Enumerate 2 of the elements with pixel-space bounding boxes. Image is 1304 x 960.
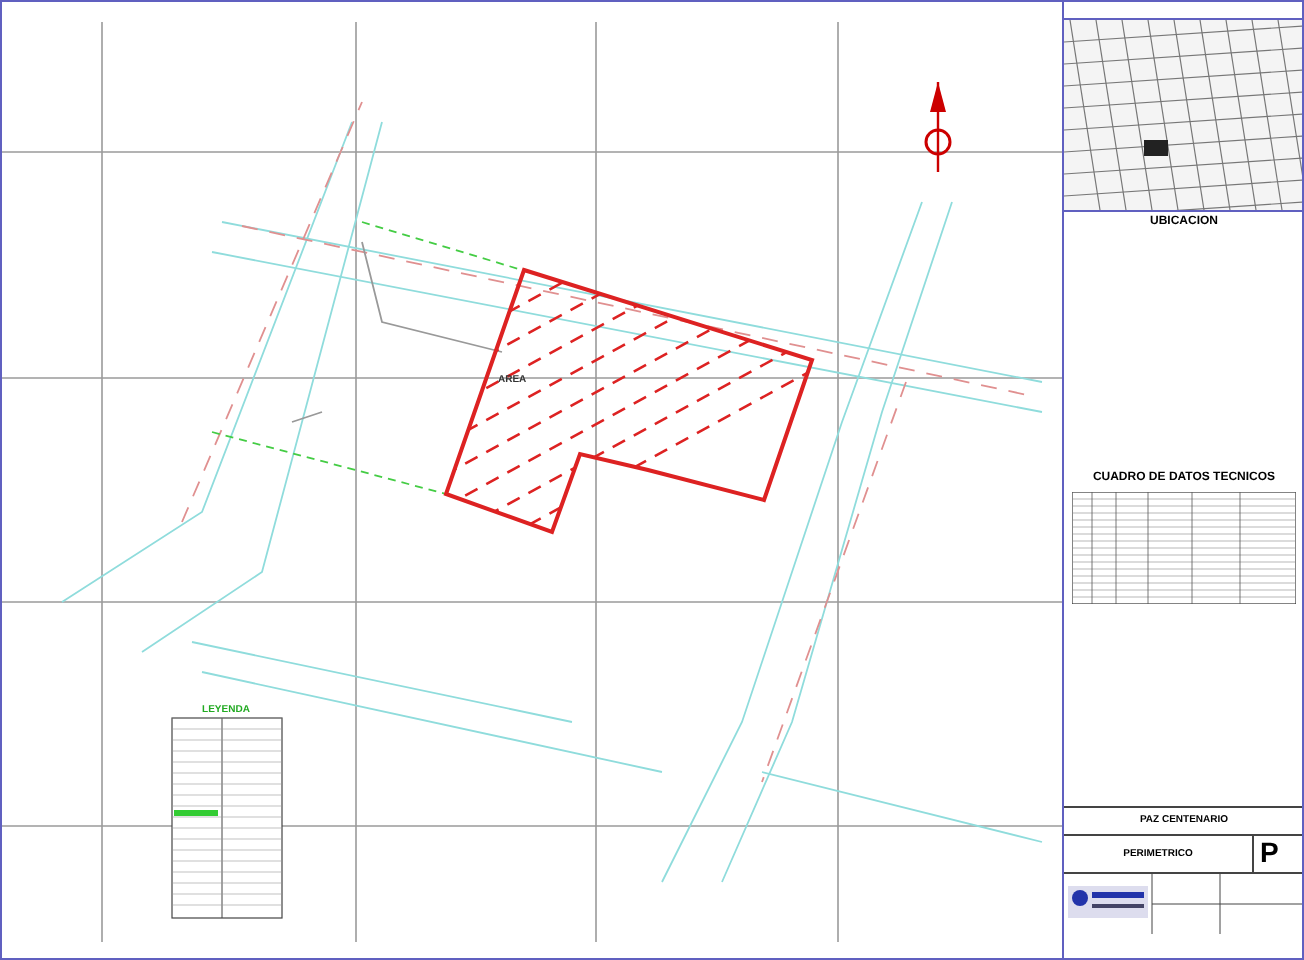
sheet-code-cell: P	[1254, 836, 1302, 874]
north-arrow-icon	[924, 82, 952, 172]
